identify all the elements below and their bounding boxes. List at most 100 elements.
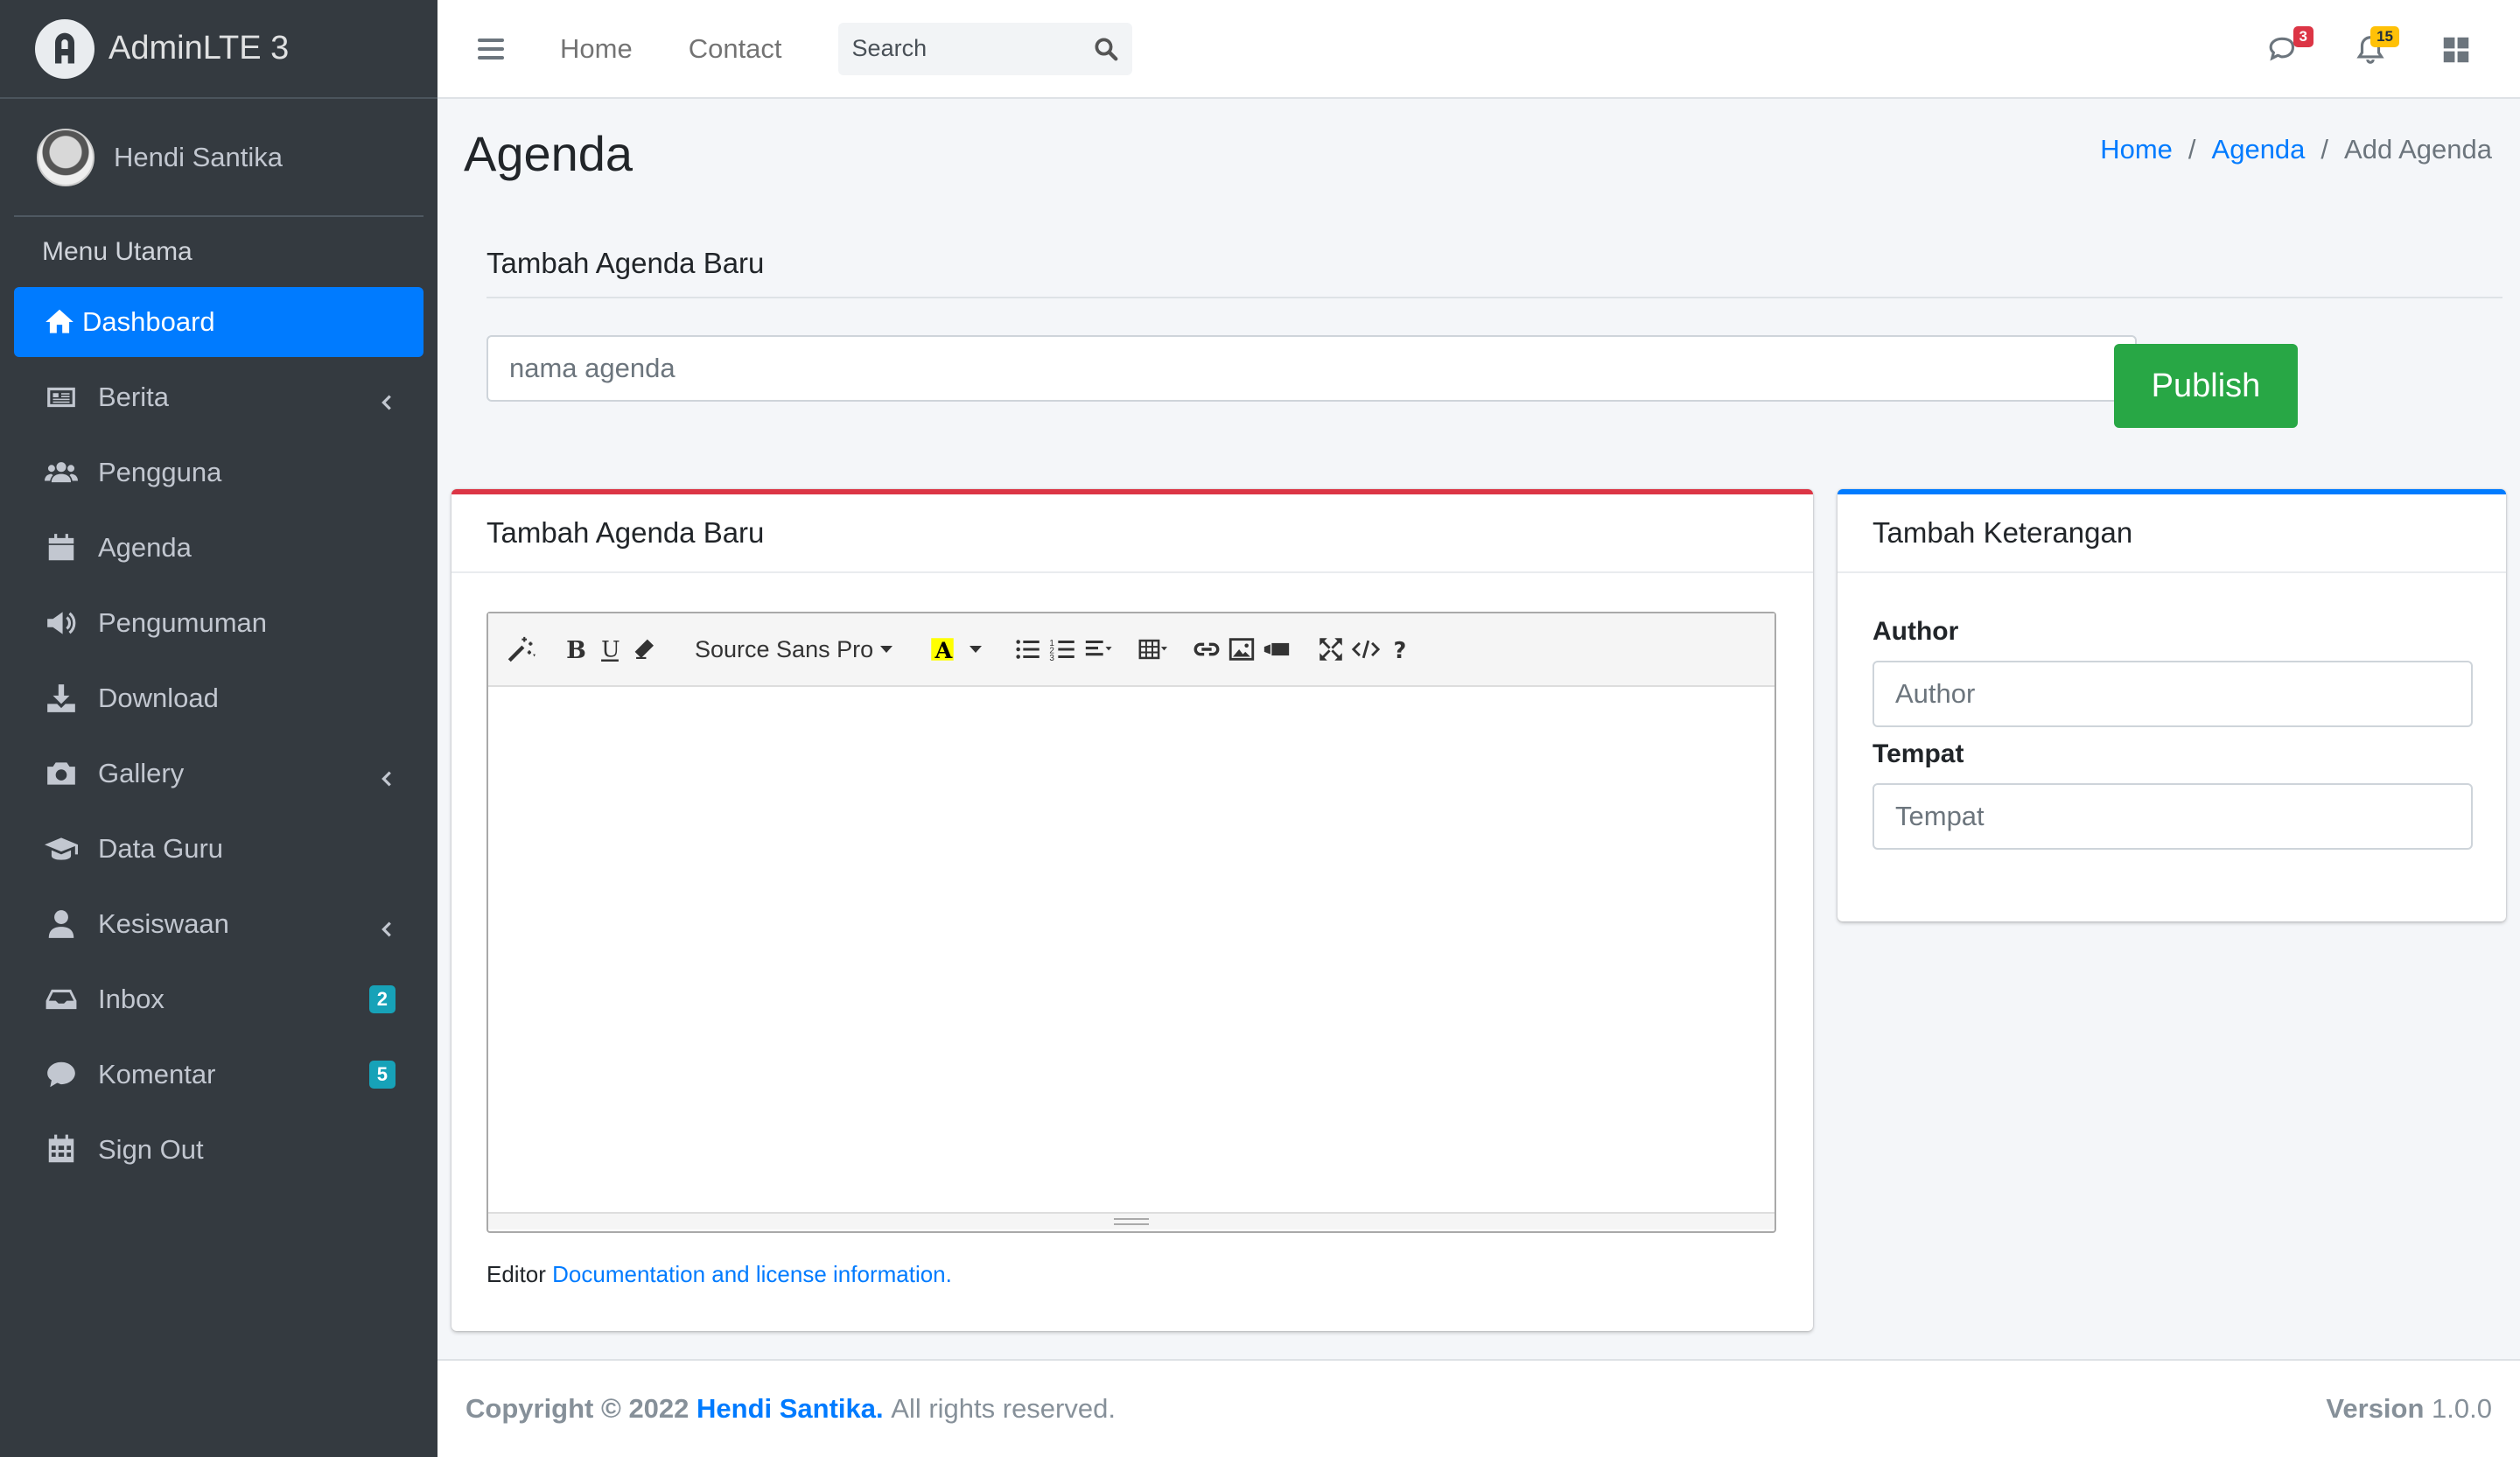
text-color-icon[interactable]: A xyxy=(928,625,957,674)
rights-text: All rights reserved. xyxy=(891,1393,1116,1424)
main-sidebar: AdminLTE 3 Hendi Santika Menu Utama Dash… xyxy=(0,0,438,1457)
comment-count-badge: 5 xyxy=(368,1061,396,1089)
chevron-left-icon xyxy=(378,388,397,410)
picture-icon[interactable] xyxy=(1227,625,1256,674)
editor-toolbar: B U Source Sans Pro A 123 ? xyxy=(488,613,1774,687)
eraser-icon[interactable] xyxy=(630,625,660,674)
svg-text:B: B xyxy=(566,637,586,664)
notifications-dropdown[interactable]: 15 xyxy=(2348,25,2399,72)
sidebar-item-label: Dashboard xyxy=(82,306,215,337)
sidebar-item-label: Kesiswaan xyxy=(98,908,229,939)
calendar-icon xyxy=(44,530,79,565)
publish-button[interactable]: Publish xyxy=(2114,344,2298,428)
avatar xyxy=(37,128,94,186)
calendar-grid-icon xyxy=(44,1132,79,1167)
form-section-title: Tambah Agenda Baru xyxy=(486,228,2502,298)
user-icon xyxy=(44,907,79,942)
underline-icon[interactable]: U xyxy=(595,625,625,674)
brand-link[interactable]: AdminLTE 3 xyxy=(0,0,438,99)
nav-link-contact[interactable]: Contact xyxy=(689,33,782,65)
megaphone-icon xyxy=(44,606,79,641)
breadcrumb-agenda[interactable]: Agenda xyxy=(2212,134,2306,165)
author-input[interactable] xyxy=(1872,661,2473,727)
footer-owner-link[interactable]: Hendi Santika. xyxy=(696,1393,884,1425)
chevron-left-icon xyxy=(378,914,397,937)
link-icon[interactable] xyxy=(1192,625,1222,674)
inbox-icon xyxy=(44,982,79,1017)
sidebar-item-sign-out[interactable]: Sign Out xyxy=(14,1115,424,1185)
graduation-cap-icon xyxy=(44,831,79,866)
sidebar-item-download[interactable]: Download xyxy=(14,663,424,733)
search-icon[interactable] xyxy=(1080,23,1132,75)
nav-link-home[interactable]: Home xyxy=(560,33,633,65)
sidebar-item-label: Sign Out xyxy=(98,1134,204,1165)
paragraph-align-icon[interactable] xyxy=(1083,625,1113,674)
sidebar-item-label: Komentar xyxy=(98,1059,216,1089)
apps-grid-icon[interactable] xyxy=(2434,28,2478,72)
sidebar-item-berita[interactable]: Berita xyxy=(14,362,424,432)
author-label: Author xyxy=(1872,617,1959,646)
chevron-left-icon xyxy=(378,764,397,787)
nav-header: Menu Utama xyxy=(42,237,192,266)
sidebar-item-inbox[interactable]: Inbox 2 xyxy=(14,964,424,1034)
editor-resize-handle[interactable] xyxy=(488,1212,1774,1229)
sidebar-item-data-guru[interactable]: Data Guru xyxy=(14,814,424,884)
editor-content-area[interactable] xyxy=(488,687,1774,1212)
breadcrumb-separator: / xyxy=(2320,134,2329,165)
newspaper-icon xyxy=(44,380,79,415)
svg-text:A: A xyxy=(934,638,954,664)
sidebar-item-pengumuman[interactable]: Pengumuman xyxy=(14,588,424,658)
bold-icon[interactable]: B xyxy=(560,625,590,674)
sidebar-item-komentar[interactable]: Komentar 5 xyxy=(14,1040,424,1110)
sidebar-item-pengguna[interactable]: Pengguna xyxy=(14,438,424,508)
sidebar-item-label: Download xyxy=(98,683,219,713)
user-name[interactable]: Hendi Santika xyxy=(114,142,283,173)
sidebar-item-label: Pengguna xyxy=(98,457,222,487)
navbar-right: 3 15 xyxy=(2263,0,2520,99)
svg-text:U: U xyxy=(601,637,620,663)
notifications-count-badge: 15 xyxy=(2370,25,2399,47)
fullscreen-icon[interactable] xyxy=(1316,625,1346,674)
style-magic-icon[interactable] xyxy=(506,625,536,674)
agenda-form-section: Tambah Agenda Baru xyxy=(486,228,2502,402)
editor-note-prefix: Editor xyxy=(486,1261,546,1287)
messages-dropdown[interactable]: 3 xyxy=(2263,25,2314,72)
navbar-search xyxy=(837,22,1132,75)
sidebar-item-gallery[interactable]: Gallery xyxy=(14,739,424,809)
sidebar-item-label: Data Guru xyxy=(98,833,224,864)
video-icon[interactable] xyxy=(1262,625,1292,674)
info-card-title: Tambah Keterangan xyxy=(1838,494,2506,573)
sidebar-item-label: Pengumuman xyxy=(98,607,268,638)
editor-docs-link[interactable]: Documentation and license information. xyxy=(552,1261,952,1287)
breadcrumb-home[interactable]: Home xyxy=(2100,134,2173,165)
place-input[interactable] xyxy=(1872,783,2473,850)
user-panel[interactable]: Hendi Santika xyxy=(14,99,424,217)
ordered-list-icon[interactable]: 123 xyxy=(1048,625,1078,674)
sidebar-item-label: Berita xyxy=(98,382,169,412)
camera-icon xyxy=(44,756,79,791)
editor-card-title: Tambah Agenda Baru xyxy=(452,494,1813,573)
search-input[interactable] xyxy=(851,35,1080,62)
version-info: Version 1.0.0 xyxy=(2326,1393,2492,1425)
svg-text:3: 3 xyxy=(1050,654,1055,663)
inbox-count-badge: 2 xyxy=(368,985,396,1013)
sidebar-item-agenda[interactable]: Agenda xyxy=(14,513,424,583)
top-navbar: Home Contact 3 15 xyxy=(438,0,2520,99)
table-icon[interactable] xyxy=(1138,625,1168,674)
breadcrumb: Home / Agenda / Add Agenda xyxy=(2100,134,2492,165)
sidebar-item-kesiswaan[interactable]: Kesiswaan xyxy=(14,889,424,959)
color-dropdown-caret-icon[interactable] xyxy=(962,625,989,674)
help-icon[interactable]: ? xyxy=(1386,625,1416,674)
messages-count-badge: 3 xyxy=(2292,25,2314,47)
sidebar-item-dashboard[interactable]: Dashboard xyxy=(14,287,424,357)
main-footer: Copyright © 2022 Hendi Santika. All righ… xyxy=(438,1359,2520,1457)
font-family-dropdown[interactable]: Source Sans Pro xyxy=(684,625,903,674)
download-icon xyxy=(44,681,79,716)
version-number: 1.0.0 xyxy=(2432,1393,2492,1424)
brand-text: AdminLTE 3 xyxy=(108,30,290,67)
hamburger-menu-icon[interactable] xyxy=(478,33,504,65)
unordered-list-icon[interactable] xyxy=(1013,625,1043,674)
code-view-icon[interactable] xyxy=(1351,625,1381,674)
place-label: Tempat xyxy=(1872,739,1964,768)
agenda-name-input[interactable] xyxy=(486,335,2137,402)
